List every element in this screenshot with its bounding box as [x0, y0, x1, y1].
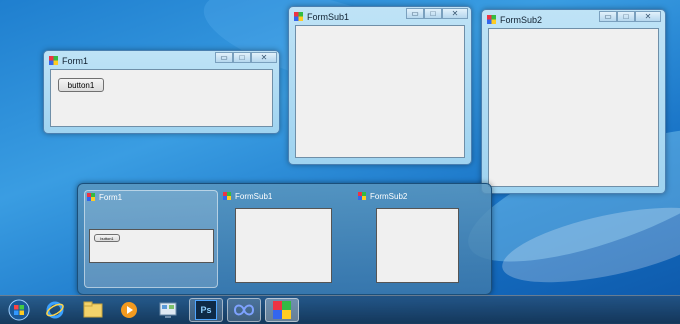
formsub2-client: [488, 28, 659, 187]
taskbar-item-control-panel[interactable]: [151, 298, 185, 322]
form1-title: Form1: [62, 56, 89, 66]
photoshop-icon: Ps: [195, 300, 217, 320]
maximize-button[interactable]: □: [424, 8, 442, 19]
minimize-button[interactable]: ▭: [215, 52, 233, 63]
form1-client: button1: [50, 69, 273, 127]
formsub2-preview: [376, 208, 459, 283]
formsub2-window[interactable]: FormSub2 ▭ □ ✕: [481, 9, 666, 194]
windows-orb-icon: [8, 299, 30, 321]
formsub2-title: FormSub2: [500, 15, 543, 25]
formsub2-titlebar[interactable]: FormSub2 ▭ □ ✕: [482, 10, 665, 30]
app-icon: [49, 56, 58, 65]
taskbar-item-ie[interactable]: [38, 298, 72, 322]
control-panel-icon: [159, 302, 177, 318]
switcher-item-formsub2[interactable]: FormSub2: [356, 190, 488, 286]
minimize-button[interactable]: ▭: [406, 8, 424, 19]
switcher-item-formsub1[interactable]: FormSub1: [221, 190, 353, 286]
maximize-button[interactable]: □: [617, 11, 635, 22]
form1-preview: button1: [89, 229, 214, 263]
formsub1-titlebar[interactable]: FormSub1 ▭ □ ✕: [289, 7, 471, 27]
taskbar-item-media-player[interactable]: [112, 298, 146, 322]
formsub1-title: FormSub1: [307, 12, 350, 22]
switcher-item-label: FormSub1: [235, 192, 273, 201]
button1[interactable]: button1: [58, 78, 104, 92]
form1-titlebar[interactable]: Form1 ▭ □ ✕: [44, 51, 279, 71]
taskbar: Ps: [0, 295, 680, 324]
button1-preview: button1: [94, 234, 120, 242]
start-button[interactable]: [2, 298, 36, 322]
app-icon: [487, 15, 496, 24]
form1-window[interactable]: Form1 ▭ □ ✕ button1: [43, 50, 280, 134]
formsub1-client: [295, 25, 465, 158]
app-icon: [294, 12, 303, 21]
visual-studio-icon: [233, 304, 255, 316]
app-icon: [358, 192, 366, 200]
close-button[interactable]: ✕: [635, 11, 661, 22]
app-icon: [223, 192, 231, 200]
switcher-item-label: FormSub2: [370, 192, 408, 201]
close-button[interactable]: ✕: [251, 52, 277, 63]
app-icon: [87, 193, 95, 201]
media-player-icon: [121, 302, 137, 318]
switcher-item-form1[interactable]: Form1 button1: [84, 190, 218, 288]
close-button[interactable]: ✕: [442, 8, 468, 19]
internet-explorer-icon: [46, 301, 64, 319]
formsub1-preview: [235, 208, 332, 283]
formsub1-window[interactable]: FormSub1 ▭ □ ✕: [288, 6, 472, 165]
switcher-item-label: Form1: [99, 193, 123, 202]
window-switcher: Form1 button1 FormSub1 FormSub2: [77, 183, 492, 295]
winforms-app-icon: [273, 301, 291, 319]
explorer-folder-icon: [83, 301, 103, 318]
taskbar-item-explorer[interactable]: [76, 298, 110, 322]
taskbar-item-winforms-app[interactable]: [265, 298, 299, 322]
minimize-button[interactable]: ▭: [599, 11, 617, 22]
taskbar-item-visual-studio[interactable]: [227, 298, 261, 322]
maximize-button[interactable]: □: [233, 52, 251, 63]
taskbar-item-photoshop[interactable]: Ps: [189, 298, 223, 322]
